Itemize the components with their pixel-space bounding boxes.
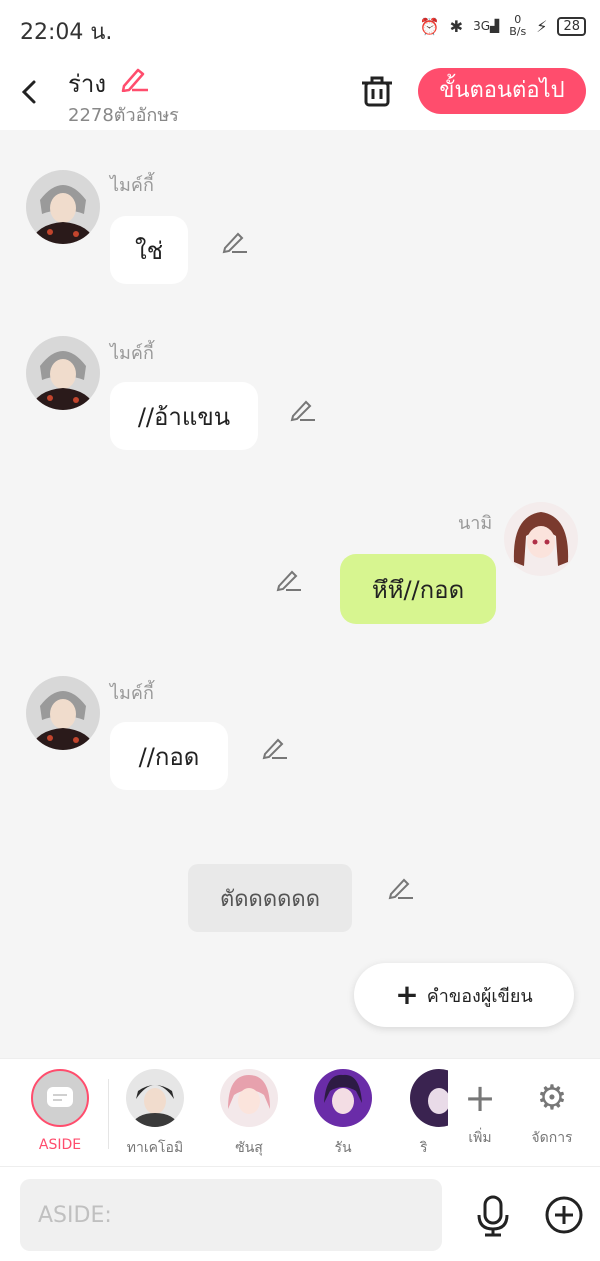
add-circle-icon[interactable] <box>544 1195 584 1235</box>
chat-bubble-icon <box>47 1087 73 1107</box>
page-title[interactable]: ร่าง <box>68 64 150 103</box>
pencil-icon[interactable] <box>222 228 248 254</box>
character-ri[interactable]: ริ <box>388 1069 448 1159</box>
ran-avatar <box>314 1069 372 1127</box>
mikey-avatar-image <box>26 676 100 750</box>
message-bubble[interactable]: หึหึ//กอด <box>340 554 496 624</box>
battery-icon: 28 <box>557 16 586 36</box>
pencil-icon[interactable] <box>276 566 302 592</box>
avatar-mikey[interactable] <box>26 170 100 244</box>
message-bubble[interactable]: //อ้าแขน <box>110 382 258 450</box>
gear-icon: ⚙ <box>536 1078 568 1118</box>
character-sanzu[interactable]: ซันสุ <box>204 1069 294 1159</box>
character-label: ริ <box>420 1140 428 1156</box>
character-label: ASIDE <box>38 1137 82 1153</box>
avatar-mikey[interactable] <box>26 336 100 410</box>
speaker-name: นามิ <box>458 513 493 534</box>
character-count: 2278ตัวอักษร <box>68 105 179 126</box>
status-time: 22:04 น. <box>20 20 113 45</box>
message-bubble[interactable]: //กอด <box>110 722 228 790</box>
speaker-name: ไมค์กี้ <box>110 175 154 196</box>
pencil-icon[interactable] <box>388 874 414 900</box>
microphone-icon[interactable] <box>474 1195 512 1237</box>
character-label: ซันสุ <box>235 1140 263 1156</box>
header: ร่าง 2278ตัวอักษร ขั้นตอนต่อไป <box>0 56 600 130</box>
next-step-button[interactable]: ขั้นตอนต่อไป <box>418 68 586 114</box>
author-note-button[interactable]: + คำของผู้เขียน <box>354 963 574 1027</box>
trash-icon[interactable] <box>360 74 394 108</box>
mikey-avatar-image <box>26 336 100 410</box>
message-bubble[interactable]: ใช่ <box>110 216 188 284</box>
avatar-mikey[interactable] <box>26 676 100 750</box>
pencil-icon[interactable] <box>290 396 316 422</box>
pencil-icon[interactable] <box>120 66 150 92</box>
status-icons: ⏰ ✱ 3G▟ 0 B/s ⚡ 28 <box>420 14 586 38</box>
message-input[interactable] <box>20 1179 442 1251</box>
avatar-nami[interactable] <box>504 502 578 576</box>
sanzu-avatar <box>220 1069 278 1127</box>
takeomi-avatar <box>126 1069 184 1127</box>
divider <box>108 1079 109 1149</box>
character-label: รัน <box>334 1140 352 1156</box>
mikey-avatar-image <box>26 170 100 244</box>
bluetooth-icon: ✱ <box>449 16 464 36</box>
nami-avatar-image <box>504 502 578 576</box>
character-bar: ASIDE ทาเคโอมิ ซันสุ รัน ริ + เพิ่ม ⚙ จั… <box>0 1058 600 1166</box>
ri-avatar <box>410 1069 448 1127</box>
back-button[interactable] <box>16 72 42 112</box>
speaker-name: ไมค์กี้ <box>110 683 154 704</box>
alarm-icon: ⏰ <box>419 16 440 36</box>
charging-icon: ⚡ <box>536 16 548 36</box>
signal-icon: 3G▟ <box>473 19 500 33</box>
add-character-button[interactable]: + เพิ่ม <box>450 1069 510 1149</box>
manage-characters-button[interactable]: ⚙ จัดการ <box>522 1069 582 1149</box>
speaker-name: ไมค์กี้ <box>110 343 154 364</box>
narration-bubble[interactable]: ตัดดดดดด <box>188 864 352 932</box>
aside-avatar <box>31 1069 89 1127</box>
pencil-icon[interactable] <box>262 734 288 760</box>
plus-icon: + <box>395 978 419 1011</box>
character-ran[interactable]: รัน <box>298 1069 388 1159</box>
input-bar <box>0 1166 600 1261</box>
chat-area: ไมค์กี้ ใช่ ไมค์กี้ //อ้าแขน นามิ หึหึ//… <box>0 130 600 1058</box>
net-speed: 0 B/s <box>509 13 527 38</box>
status-bar: 22:04 น. ⏰ ✱ 3G▟ 0 B/s ⚡ 28 <box>0 0 600 56</box>
character-label: ทาเคโอมิ <box>126 1140 184 1156</box>
plus-icon: + <box>464 1076 496 1120</box>
character-takeomi[interactable]: ทาเคโอมิ <box>110 1069 200 1159</box>
character-aside[interactable]: ASIDE <box>15 1069 105 1153</box>
chevron-left-icon <box>21 80 36 104</box>
